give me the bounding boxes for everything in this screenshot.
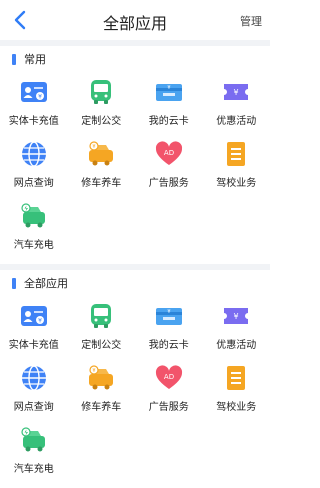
- svg-text:¥: ¥: [38, 318, 42, 325]
- app-label: 汽车充电: [13, 240, 54, 251]
- app-label: 实体卡充值: [8, 340, 59, 351]
- coupon-icon: ¥: [224, 84, 249, 100]
- globe-icon: [21, 141, 46, 167]
- app-grid: ¥ 实体卡充值 定制公交 ¥ 我的云卡 ¥ 优惠活动 网点查询 ¥ 修车养车 A…: [0, 296, 270, 480]
- app-label: 我的云卡: [148, 116, 189, 127]
- app-label: 实体卡充值: [8, 116, 59, 127]
- svg-text:¥: ¥: [167, 85, 170, 91]
- bus-icon: [91, 304, 112, 328]
- app-cloud-card[interactable]: ¥ 我的云卡: [135, 74, 203, 132]
- car-repair-icon: ¥: [89, 141, 114, 166]
- app-label: 驾校业务: [216, 178, 257, 189]
- app-custom-bus[interactable]: 定制公交: [68, 298, 136, 356]
- globe-icon: [21, 365, 46, 391]
- cloud-card-icon: ¥: [155, 84, 182, 101]
- page-title: 全部应用: [102, 14, 167, 33]
- cloud-card-icon: ¥: [155, 308, 182, 325]
- app-label: 广告服务: [148, 402, 189, 413]
- app-branch-search[interactable]: 网点查询: [0, 360, 68, 418]
- ad-heart-icon: AD: [155, 365, 182, 389]
- app-label: 定制公交: [81, 116, 122, 127]
- app-grid: ¥ 实体卡充值 定制公交 ¥ 我的云卡 ¥ 优惠活动 网点查询 ¥ 修车养车 A…: [0, 72, 270, 256]
- app-promotions[interactable]: ¥ 优惠活动: [203, 298, 271, 356]
- svg-text:AD: AD: [164, 373, 174, 381]
- app-car-repair[interactable]: ¥ 修车养车: [68, 136, 136, 194]
- driving-school-icon: [227, 142, 246, 166]
- driving-school-icon: [227, 366, 246, 390]
- section-header: 常用: [0, 46, 270, 72]
- app-custom-bus[interactable]: 定制公交: [68, 74, 136, 132]
- app-ad-service[interactable]: AD 广告服务: [135, 360, 203, 418]
- app-ev-charging[interactable]: 汽车充电: [0, 198, 68, 256]
- manage-button[interactable]: 管理: [240, 13, 262, 29]
- section-title: 全部应用: [24, 277, 68, 290]
- ev-charging-icon: [21, 427, 45, 452]
- app-driving-school[interactable]: 驾校业务: [203, 360, 271, 418]
- bus-icon: [91, 80, 112, 104]
- top-bar: 全部应用 管理: [0, 0, 270, 40]
- app-label: 汽车充电: [13, 464, 54, 475]
- card-recharge-icon: ¥: [20, 82, 47, 102]
- svg-text:¥: ¥: [167, 309, 170, 315]
- coupon-icon: ¥: [224, 308, 249, 324]
- app-ad-service[interactable]: AD 广告服务: [135, 136, 203, 194]
- app-label: 驾校业务: [216, 402, 257, 413]
- app-promotions[interactable]: ¥ 优惠活动: [203, 74, 271, 132]
- app-label: 修车养车: [81, 178, 122, 189]
- section-marker: [12, 277, 16, 289]
- app-label: 优惠活动: [216, 340, 257, 351]
- section-marker: [12, 53, 16, 65]
- section-frequent: 常用 ¥ 实体卡充值 定制公交 ¥ 我的云卡 ¥ 优惠活动 网点查询 ¥ 修车养…: [0, 46, 270, 264]
- app-label: 修车养车: [81, 402, 122, 413]
- app-label: 网点查询: [13, 178, 54, 189]
- app-card-recharge[interactable]: ¥ 实体卡充值: [0, 298, 68, 356]
- ad-heart-icon: AD: [155, 141, 182, 165]
- app-label: 定制公交: [81, 340, 122, 351]
- app-branch-search[interactable]: 网点查询: [0, 136, 68, 194]
- svg-text:¥: ¥: [234, 312, 239, 321]
- svg-text:¥: ¥: [93, 144, 96, 150]
- svg-text:¥: ¥: [234, 88, 239, 97]
- app-label: 我的云卡: [148, 340, 189, 351]
- svg-text:AD: AD: [164, 149, 174, 157]
- section-title: 常用: [24, 53, 46, 66]
- app-car-repair[interactable]: ¥ 修车养车: [68, 360, 136, 418]
- section-header: 全部应用: [0, 270, 270, 296]
- section-all-apps: 全部应用 ¥ 实体卡充值 定制公交 ¥ 我的云卡 ¥ 优惠活动 网点查询 ¥ 修…: [0, 270, 270, 488]
- card-recharge-icon: ¥: [20, 306, 47, 326]
- app-ev-charging[interactable]: 汽车充电: [0, 422, 68, 480]
- app-label: 广告服务: [148, 178, 189, 189]
- app-cloud-card[interactable]: ¥ 我的云卡: [135, 298, 203, 356]
- ev-charging-icon: [21, 203, 45, 228]
- svg-text:¥: ¥: [38, 94, 42, 101]
- app-label: 网点查询: [13, 402, 54, 413]
- app-driving-school[interactable]: 驾校业务: [203, 136, 271, 194]
- svg-text:¥: ¥: [93, 368, 96, 374]
- app-label: 优惠活动: [216, 116, 257, 127]
- car-repair-icon: ¥: [89, 365, 114, 390]
- app-card-recharge[interactable]: ¥ 实体卡充值: [0, 74, 68, 132]
